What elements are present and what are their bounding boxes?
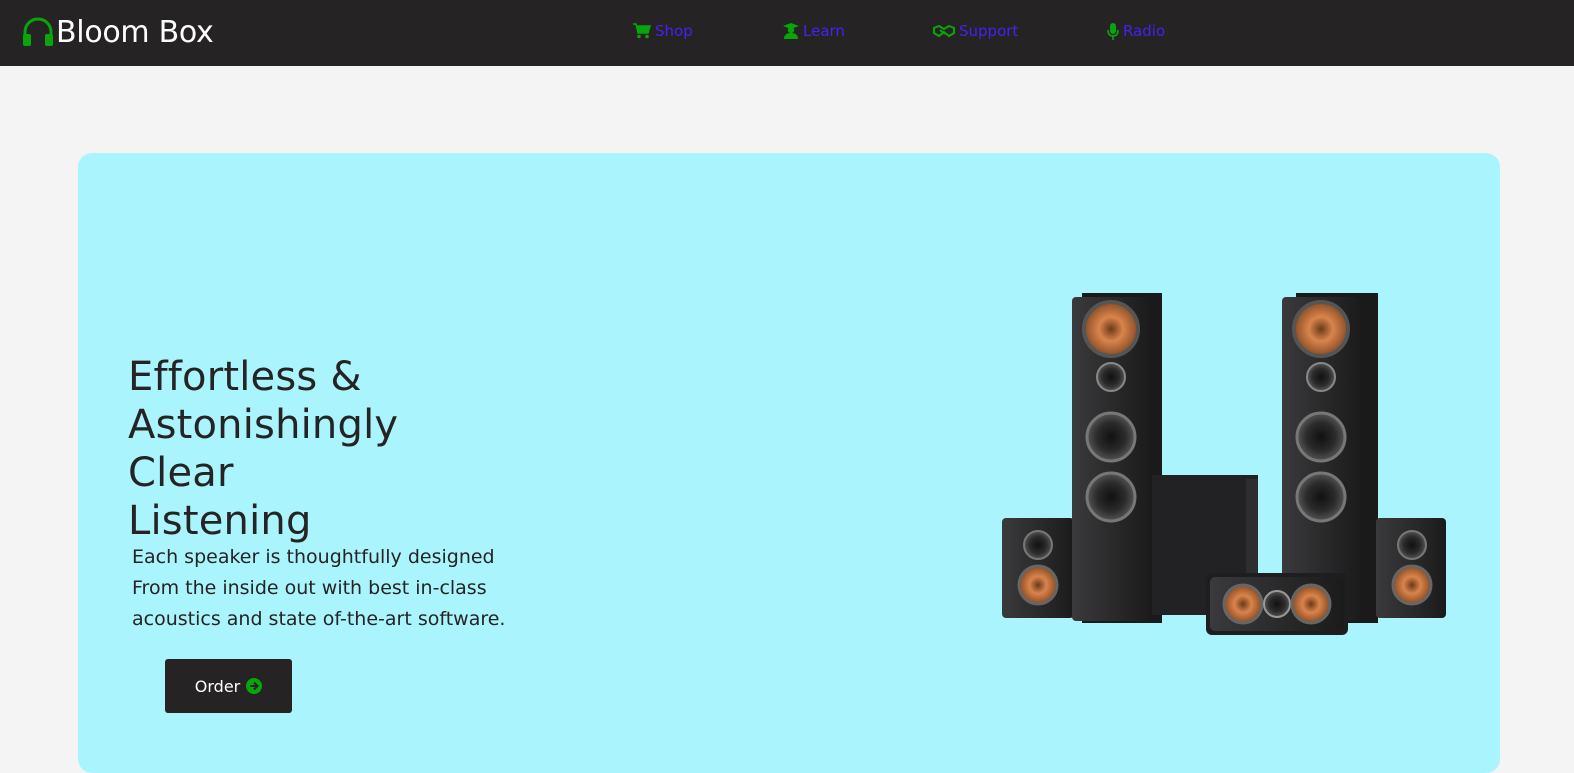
nav-radio-label: Radio (1123, 22, 1166, 40)
headline-line: Listening (128, 498, 312, 544)
graduate-icon (783, 23, 799, 39)
hero-description: Each speaker is thoughtfully designed Fr… (132, 542, 552, 635)
nav-radio[interactable]: Radio (1107, 20, 1165, 42)
order-button[interactable]: Order (165, 659, 292, 713)
nav-learn-label: Learn (803, 22, 845, 40)
nav-shop-label: Shop (655, 22, 693, 40)
handshake-icon (933, 24, 955, 38)
headphones-icon (22, 17, 54, 47)
navbar: Bloom Box Shop Learn Support Radio (0, 0, 1574, 66)
speaker-set-image (1000, 293, 1450, 638)
cart-icon (633, 23, 651, 39)
nav-learn[interactable]: Learn (783, 20, 845, 42)
order-button-label: Order (194, 676, 241, 696)
brand-name: Bloom Box (56, 14, 214, 50)
headline-line: Effortless & (128, 354, 362, 400)
description-line: From the inside out with best in-class (132, 577, 487, 599)
hero-headline: Effortless & Astonishingly Clear Listeni… (128, 353, 508, 545)
description-line: Each speaker is thoughtfully designed (132, 546, 495, 568)
nav-support-label: Support (959, 22, 1019, 40)
nav-support[interactable]: Support (933, 20, 1018, 42)
microphone-icon (1107, 22, 1119, 40)
headline-line: Astonishingly (128, 402, 399, 448)
description-line: acoustics and state of-the-art software. (132, 608, 506, 630)
arrow-circle-right-icon (246, 678, 263, 694)
nav-shop[interactable]: Shop (633, 20, 693, 42)
headline-line: Clear (128, 450, 234, 496)
hero-banner: Effortless & Astonishingly Clear Listeni… (78, 153, 1500, 773)
brand-logo[interactable]: Bloom Box (22, 12, 214, 52)
